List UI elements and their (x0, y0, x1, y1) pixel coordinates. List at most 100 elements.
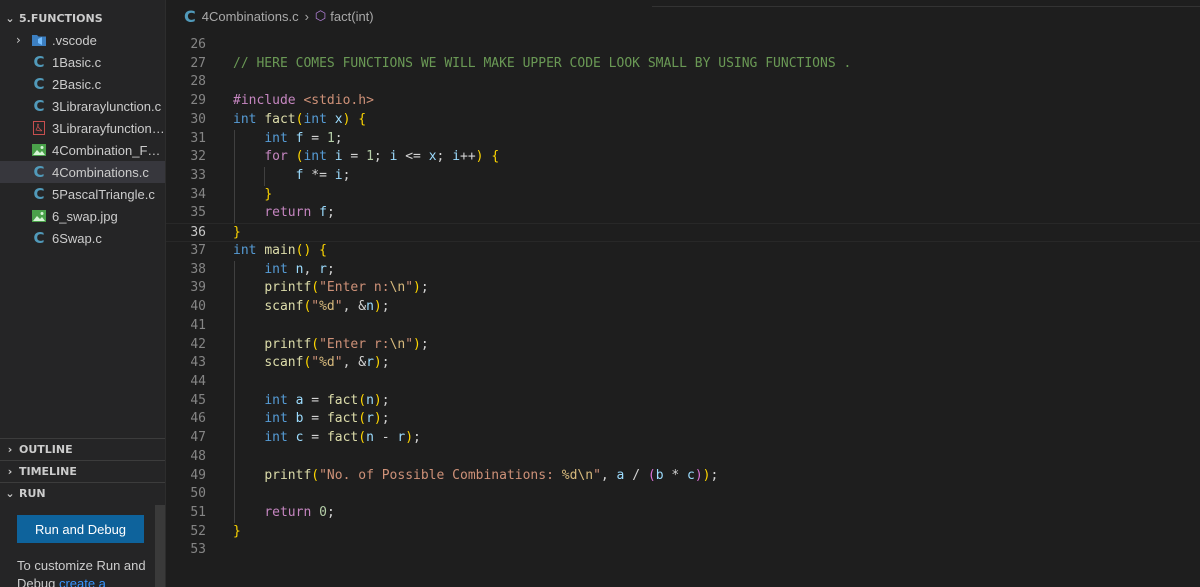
code-line[interactable]: 26 (166, 36, 1200, 55)
line-number: 27 (190, 55, 206, 71)
code-line[interactable]: 37 int main() { (166, 242, 1200, 261)
line-number: 34 (190, 186, 206, 202)
explorer-folder-header[interactable]: ⌄ 5.FUNCTIONS (0, 7, 165, 29)
code-line[interactable]: 29 #include <stdio.h> (166, 92, 1200, 111)
line-number: 51 (190, 504, 206, 520)
code-line[interactable]: 42 printf("Enter r:\n"); (166, 336, 1200, 355)
c-file-icon: C (33, 163, 45, 181)
line-number: 33 (190, 168, 206, 184)
line-number: 41 (190, 317, 206, 333)
c-file-icon: C (33, 185, 45, 203)
breadcrumb-file[interactable]: 4Combinations.c (202, 9, 299, 24)
sidebar-scrollbar[interactable] (155, 505, 165, 587)
code-line[interactable]: 33 f *= i; (166, 167, 1200, 186)
tree-item-4combinations-c[interactable]: C 4Combinations.c (0, 161, 165, 183)
create-launch-link[interactable]: create a (59, 576, 106, 587)
timeline-section-header[interactable]: › TIMELINE (0, 460, 165, 482)
tree-item-label: 2Basic.c (52, 76, 102, 92)
line-code: int b = fact(r); (264, 411, 390, 427)
tree-item-2basic[interactable]: C 2Basic.c (0, 73, 165, 95)
code-line[interactable]: 51 return 0; (166, 504, 1200, 523)
tree-item-1basic[interactable]: C 1Basic.c (0, 51, 165, 73)
c-file-icon: C (33, 97, 45, 115)
line-number: 29 (190, 93, 206, 109)
c-file-icon: C (184, 6, 196, 26)
line-code: int c = fact(n - r); (264, 430, 421, 446)
line-number: 45 (190, 392, 206, 408)
tree-item-label: 6_swap.jpg (52, 208, 118, 224)
code-line[interactable]: 27 // HERE COMES FUNCTIONS WE WILL MAKE U… (166, 55, 1200, 74)
line-number: 39 (190, 280, 206, 296)
code-lines[interactable]: 26 27 // HERE COMES FUNCTIONS WE WILL MAKE… (166, 36, 1200, 560)
tree-item-3libraryfunction-c[interactable]: C 3Libraraylunction.c (0, 95, 165, 117)
line-code: for (int i = 1; i <= x; i++) { (264, 149, 500, 165)
breadcrumb-symbol[interactable]: fact(int) (330, 9, 373, 24)
code-line[interactable]: 36} (166, 223, 1200, 242)
line-code: #include <stdio.h> (233, 93, 374, 109)
code-line[interactable]: 52} (166, 523, 1200, 542)
code-line[interactable]: 31 int f = 1; (166, 130, 1200, 149)
tree-item-label: 4Combination_Fo... (52, 142, 165, 158)
indent-guide (234, 260, 235, 523)
code-line[interactable]: 44 (166, 373, 1200, 392)
code-line[interactable]: 53 (166, 541, 1200, 560)
code-line[interactable]: 46 int b = fact(r); (166, 410, 1200, 429)
outline-section-header[interactable]: › OUTLINE (0, 438, 165, 460)
code-line[interactable]: 41 (166, 317, 1200, 336)
line-code: } (233, 225, 241, 241)
tree-item-vscode[interactable]: › .vscode (0, 29, 165, 51)
code-line[interactable]: 32 for (int i = 1; i <= x; i++) { (166, 148, 1200, 167)
line-number: 43 (190, 355, 206, 371)
code-line[interactable]: 48 (166, 448, 1200, 467)
tree-item-label: 3Librarayfunction.... (52, 120, 165, 136)
code-line[interactable]: 50 (166, 485, 1200, 504)
line-code: printf("No. of Possible Combinations: %d… (264, 467, 719, 483)
image-file-icon (32, 209, 46, 223)
tree-item-label: 4Combinations.c (52, 164, 149, 180)
code-line[interactable]: 34 } (166, 186, 1200, 205)
line-number: 47 (190, 430, 206, 446)
line-number: 44 (190, 373, 206, 389)
outline-label: OUTLINE (19, 443, 73, 456)
line-number: 38 (190, 261, 206, 277)
line-code: } (264, 186, 273, 202)
code-line[interactable]: 49 printf("No. of Possible Combinations:… (166, 467, 1200, 486)
code-line[interactable]: 38 int n, r; (166, 261, 1200, 280)
code-line[interactable]: 30 int fact(int x) { (166, 111, 1200, 130)
run-and-debug-button[interactable]: Run and Debug (17, 515, 144, 543)
line-code: scanf("%d", &r); (264, 355, 390, 371)
code-editor[interactable]: C 4Combinations.c › ⬡ fact(int) 26 27 // H… (166, 0, 1200, 587)
tree-item-6swap-jpg[interactable]: 6_swap.jpg (0, 205, 165, 227)
line-code: int f = 1; (264, 130, 343, 146)
tree-item-4combination-fo[interactable]: 4Combination_Fo... (0, 139, 165, 161)
code-line[interactable]: 45 int a = fact(n); (166, 392, 1200, 411)
line-number: 50 (190, 486, 206, 502)
chevron-down-icon: ⌄ (5, 487, 15, 500)
line-number: 32 (190, 149, 206, 165)
tree-item-6swap-c[interactable]: C 6Swap.c (0, 227, 165, 249)
tree-item-label: 3Libraraylunction.c (52, 98, 162, 114)
breadcrumb: C 4Combinations.c › ⬡ fact(int) (166, 0, 1200, 32)
tree-item-5pascaltriangle[interactable]: C 5PascalTriangle.c (0, 183, 165, 205)
tree-item-label: .vscode (52, 32, 97, 48)
line-code: return 0; (264, 504, 335, 520)
line-code: int n, r; (264, 261, 335, 277)
pdf-file-icon (32, 121, 46, 135)
line-number: 26 (190, 37, 206, 52)
code-line[interactable]: 47 int c = fact(n - r); (166, 429, 1200, 448)
c-file-icon: C (33, 229, 45, 247)
code-line[interactable]: 28 (166, 73, 1200, 92)
tree-item-label: 6Swap.c (52, 230, 102, 246)
run-section-header[interactable]: ⌄ RUN (0, 482, 165, 504)
code-line[interactable]: 35 return f; (166, 204, 1200, 223)
line-code: printf("Enter r:\n"); (264, 336, 429, 352)
code-line[interactable]: 43 scanf("%d", &r); (166, 354, 1200, 373)
code-line[interactable]: 40 scanf("%d", &n); (166, 298, 1200, 317)
line-code: return f; (264, 205, 335, 221)
line-number: 53 (190, 542, 206, 558)
tree-item-3libraryfunction-pdf[interactable]: 3Librarayfunction.... (0, 117, 165, 139)
chevron-right-icon: › (7, 443, 13, 456)
line-number: 40 (190, 299, 206, 315)
code-line[interactable]: 39 printf("Enter n:\n"); (166, 279, 1200, 298)
file-tree: › .vscode C 1Basic.c C 2Basic.c C 3Libra… (0, 29, 165, 249)
